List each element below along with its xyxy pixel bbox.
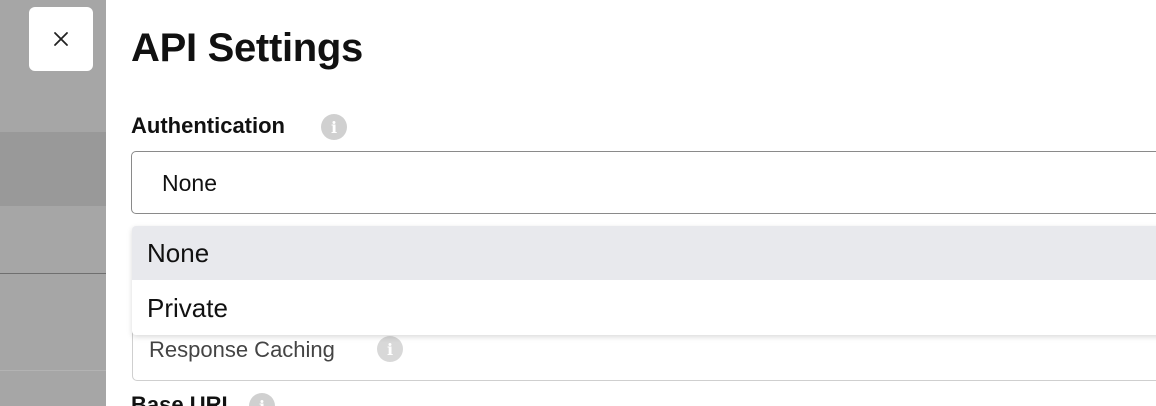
background-divider [0, 273, 106, 274]
dropdown-option-none[interactable]: None [132, 226, 1156, 280]
close-icon [54, 32, 68, 46]
dropdown-option-private[interactable]: Private [132, 281, 1156, 335]
close-button[interactable] [29, 7, 93, 71]
info-icon[interactable]: i [321, 114, 347, 140]
authentication-selected-value: None [162, 170, 217, 196]
response-caching-label: Response Caching [149, 337, 335, 362]
page-title: API Settings [131, 26, 363, 70]
info-icon[interactable]: i [377, 336, 403, 362]
authentication-label: Authentication [131, 113, 285, 138]
info-icon[interactable]: i [249, 393, 275, 406]
authentication-select[interactable]: None [131, 151, 1156, 214]
base-url-label: Base URL [131, 392, 235, 406]
background-divider [0, 370, 106, 371]
settings-panel: API Settings Authentication i None Respo… [106, 0, 1156, 406]
background-nav-band [0, 132, 106, 206]
authentication-dropdown-menu: None Private [132, 226, 1156, 335]
